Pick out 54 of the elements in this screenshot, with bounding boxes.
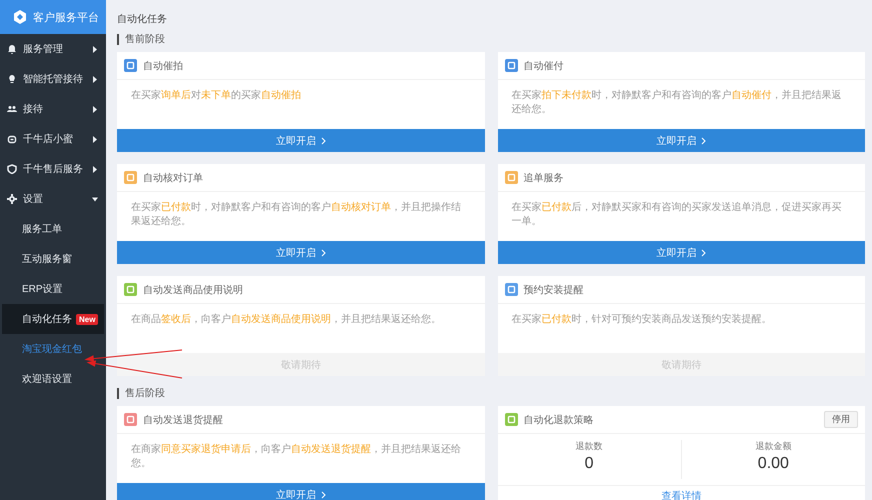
people-icon (7, 104, 17, 114)
new-badge: New (76, 314, 98, 324)
card-title: 自动化退款策略 (524, 414, 594, 426)
nav-item[interactable]: 千牛售后服务 (0, 154, 106, 184)
nav-subitem[interactable]: 服务工单 (2, 214, 104, 244)
enable-button[interactable]: 立即开启 (117, 129, 484, 152)
card-description: 在买家已付款后，对静默买家和有咨询的买家发送追单消息，促进买家再买一单。 (510, 200, 842, 229)
nav-item[interactable]: 设置 (0, 184, 106, 214)
card-title: 自动发送商品使用说明 (143, 284, 244, 296)
chevron-right-icon (320, 248, 326, 256)
nav-item[interactable]: 千牛店小蜜 (0, 124, 106, 154)
bulb-icon (7, 74, 17, 84)
chevron-right-icon (701, 136, 706, 144)
chevron-right-icon (320, 136, 326, 144)
nav-subitem[interactable]: 自动化任务 New (2, 304, 104, 334)
stat-value: 0 (584, 455, 594, 473)
card-description: 在商品签收后，向客户自动发送商品使用说明，并且把结果返还给您。 (130, 312, 442, 327)
chevron-right-icon (701, 248, 706, 256)
enable-button[interactable]: 立即开启 (498, 241, 865, 264)
section-title: 售后阶段 (117, 388, 865, 399)
nav-item[interactable]: 接待 (0, 94, 106, 124)
card-description: 在买家已付款时，针对可预约安装商品发送预约安装提醒。 (510, 312, 772, 327)
disable-button[interactable]: 停用 (824, 411, 858, 428)
card-description: 在买家已付款时，对静默客户和有咨询的客户自动核对订单，并且把操作结果返还给您。 (130, 200, 462, 229)
card-description: 在买家拍下未付款时，对静默客户和有咨询的客户自动催付，并且把结果返还给您。 (510, 88, 842, 117)
stat-label: 退款数 (576, 440, 603, 453)
page-title: 自动化任务 (117, 13, 168, 26)
stat-label: 退款金额 (755, 440, 792, 453)
shield-icon (7, 164, 17, 174)
brand-title: 客户服务平台 (33, 10, 99, 24)
bell-icon (7, 44, 17, 54)
card-title: 自动催拍 (143, 60, 184, 72)
settings-icon (7, 194, 17, 204)
stat-value: 0.00 (758, 455, 789, 473)
enable-button[interactable]: 立即开启 (117, 483, 484, 500)
nav-subitem[interactable]: ERP设置 (2, 274, 104, 304)
nav-item[interactable]: 服务管理 (0, 34, 106, 64)
nav-subitem[interactable]: 淘宝现金红包 (2, 334, 104, 364)
nav-subitem[interactable]: 互动服务窗 (2, 244, 104, 274)
card-title: 预约安装提醒 (524, 284, 584, 296)
section-title: 售前阶段 (117, 34, 865, 45)
nav-item[interactable]: 智能托管接待 (0, 64, 106, 94)
card-title: 自动发送退货提醒 (143, 414, 224, 426)
card-description: 在商家同意买家退货申请后，向客户自动发送退货提醒，并且把结果返还给您。 (130, 442, 462, 471)
card-title: 自动核对订单 (143, 172, 204, 184)
card-description: 在买家询单后对未下单的买家自动催拍 (130, 88, 302, 103)
logo-icon (12, 9, 28, 25)
card-title: 自动催付 (524, 60, 564, 72)
card-title: 追单服务 (524, 172, 564, 184)
enable-button[interactable]: 立即开启 (498, 129, 865, 152)
nav-label: 自动化任务 (22, 313, 72, 326)
enable-button[interactable]: 立即开启 (117, 241, 484, 264)
chevron-right-icon (320, 490, 326, 498)
nav-subitem[interactable]: 欢迎语设置 (2, 364, 104, 394)
